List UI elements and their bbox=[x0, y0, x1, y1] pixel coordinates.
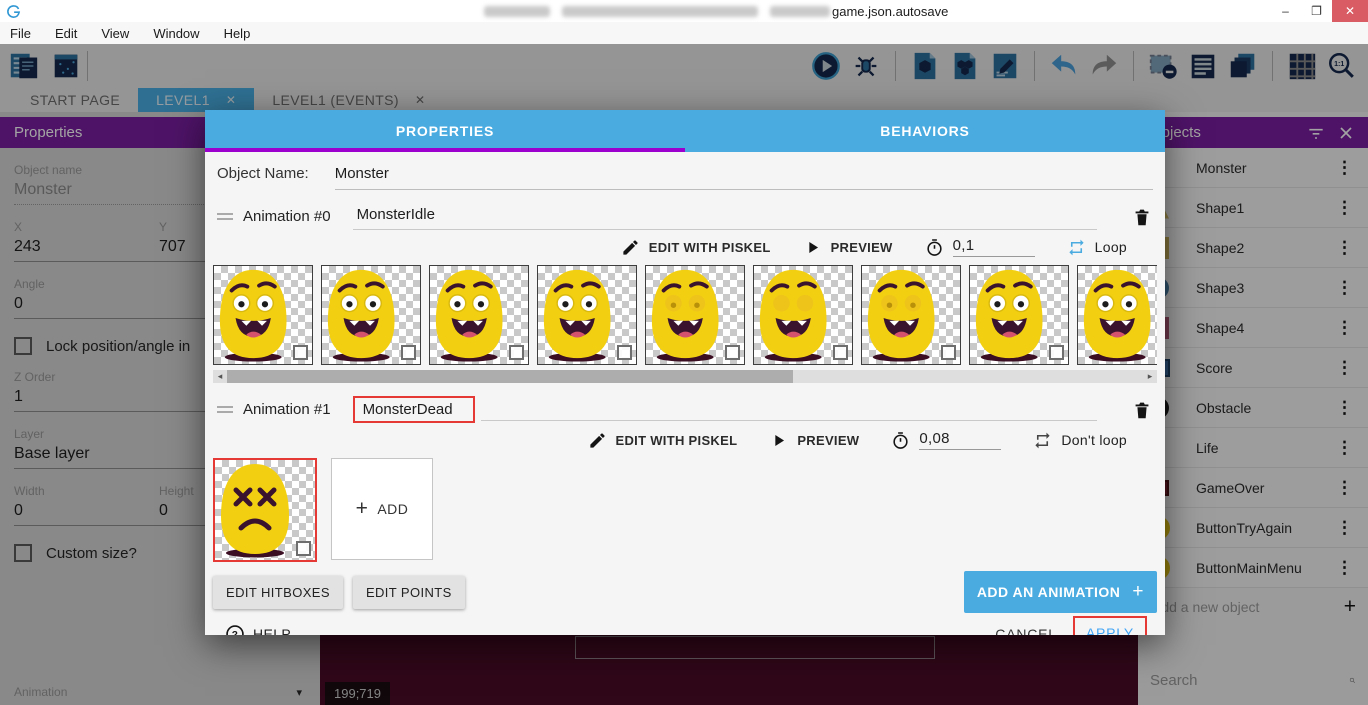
window-title-text: game.json.autosave bbox=[832, 4, 948, 19]
scroll-left-icon[interactable]: ◂ bbox=[213, 370, 227, 383]
add-animation-label: ADD AN ANIMATION bbox=[977, 584, 1121, 600]
animation-frame[interactable] bbox=[537, 265, 637, 365]
animation-frame[interactable] bbox=[1077, 265, 1157, 365]
titlebar: game.json.autosave – ❐ ✕ bbox=[0, 0, 1368, 22]
cancel-button[interactable]: CANCEL bbox=[983, 618, 1069, 635]
frames-scrollbar[interactable]: ◂ ▸ bbox=[213, 370, 1157, 383]
object-name-label: Object Name: bbox=[217, 165, 309, 182]
animation-frame[interactable] bbox=[969, 265, 1069, 365]
animation-0-name-input[interactable]: MonsterIdle bbox=[353, 203, 1097, 230]
add-frame-label: ADD bbox=[377, 501, 408, 517]
animation-frame[interactable] bbox=[861, 265, 961, 365]
scroll-right-icon[interactable]: ▸ bbox=[1143, 370, 1157, 383]
animation-0-title: Animation #0 bbox=[243, 208, 331, 225]
menu-file[interactable]: File bbox=[10, 26, 31, 41]
loop-toggle[interactable]: Loop bbox=[1095, 239, 1127, 255]
apply-button[interactable]: APPLY bbox=[1086, 625, 1134, 635]
close-button[interactable]: ✕ bbox=[1332, 0, 1368, 22]
dialog-tabbar: PROPERTIES BEHAVIORS bbox=[205, 110, 1165, 152]
tab-properties[interactable]: PROPERTIES bbox=[205, 110, 685, 152]
animation-1-frames: + ADD bbox=[213, 458, 1157, 562]
timer-icon bbox=[925, 238, 944, 257]
frame-checkbox[interactable] bbox=[293, 345, 308, 360]
dialog-action-row: EDIT HITBOXES EDIT POINTS ADD AN ANIMATI… bbox=[213, 571, 1157, 613]
add-animation-button[interactable]: ADD AN ANIMATION + bbox=[964, 571, 1157, 613]
animation-frame[interactable] bbox=[321, 265, 421, 365]
animation-1-name-underline bbox=[481, 399, 1097, 421]
object-name-row: Object Name: Monster bbox=[213, 152, 1157, 190]
apply-button-highlight: APPLY bbox=[1073, 616, 1147, 635]
animation-frame[interactable] bbox=[753, 265, 853, 365]
maximize-button[interactable]: ❐ bbox=[1301, 0, 1332, 22]
frame-time-input[interactable]: 0,08 bbox=[919, 430, 1001, 450]
frame-checkbox[interactable] bbox=[509, 345, 524, 360]
frame-checkbox[interactable] bbox=[617, 345, 632, 360]
delete-animation-icon[interactable] bbox=[1131, 206, 1153, 228]
preview-button[interactable]: PREVIEW bbox=[797, 433, 859, 448]
highlighted-frame bbox=[213, 458, 317, 562]
redacted-title-block bbox=[484, 6, 550, 17]
dialog-body: Object Name: Monster Animation #0 Monste… bbox=[205, 152, 1165, 635]
edit-with-piskel-button[interactable]: EDIT WITH PISKEL bbox=[649, 240, 771, 255]
help-button[interactable]: ? HELP bbox=[225, 624, 291, 635]
help-icon: ? bbox=[225, 624, 245, 635]
animation-frame[interactable] bbox=[213, 265, 313, 365]
object-name-input[interactable]: Monster bbox=[335, 165, 1153, 190]
animation-1-title: Animation #1 bbox=[243, 401, 331, 418]
loop-icon bbox=[1033, 431, 1052, 450]
animation-1-name-input[interactable]: MonsterDead bbox=[353, 396, 475, 423]
menubar: File Edit View Window Help bbox=[0, 22, 1368, 44]
frame-checkbox[interactable] bbox=[725, 345, 740, 360]
menu-edit[interactable]: Edit bbox=[55, 26, 77, 41]
tab-behaviors[interactable]: BEHAVIORS bbox=[685, 110, 1165, 152]
window-controls: – ❐ ✕ bbox=[1270, 0, 1368, 22]
plus-icon: + bbox=[1132, 581, 1144, 603]
object-editor-dialog: PROPERTIES BEHAVIORS Object Name: Monste… bbox=[205, 110, 1165, 635]
menu-view[interactable]: View bbox=[101, 26, 129, 41]
play-icon bbox=[769, 431, 788, 450]
frame-time-input[interactable]: 0,1 bbox=[953, 237, 1035, 257]
frame-checkbox[interactable] bbox=[833, 345, 848, 360]
animation-0-frames bbox=[213, 265, 1157, 367]
animation-0-header: Animation #0 MonsterIdle bbox=[213, 199, 1157, 230]
redacted-title-block bbox=[770, 6, 830, 17]
frame-checkbox[interactable] bbox=[401, 345, 416, 360]
menu-help[interactable]: Help bbox=[224, 26, 251, 41]
pencil-icon bbox=[621, 238, 640, 257]
edit-hitboxes-button[interactable]: EDIT HITBOXES bbox=[213, 576, 343, 609]
drag-handle-icon[interactable] bbox=[217, 406, 233, 413]
loop-toggle[interactable]: Don't loop bbox=[1061, 432, 1127, 448]
animation-1-controls: EDIT WITH PISKEL PREVIEW 0,08 Don't loop bbox=[213, 423, 1157, 455]
redacted-title-block bbox=[562, 6, 758, 17]
plus-icon: + bbox=[356, 497, 369, 521]
timer-icon bbox=[891, 431, 910, 450]
drag-handle-icon[interactable] bbox=[217, 213, 233, 220]
frame-checkbox[interactable] bbox=[941, 345, 956, 360]
scrollbar-thumb[interactable] bbox=[227, 370, 793, 383]
play-icon bbox=[803, 238, 822, 257]
edit-points-button[interactable]: EDIT POINTS bbox=[353, 576, 465, 609]
frame-checkbox[interactable] bbox=[1049, 345, 1064, 360]
dialog-footer: ? HELP CANCEL APPLY bbox=[213, 613, 1157, 635]
window-title: game.json.autosave bbox=[484, 0, 948, 22]
help-label: HELP bbox=[253, 626, 291, 635]
animation-1-header: Animation #1 MonsterDead bbox=[213, 392, 1157, 423]
animation-0-controls: EDIT WITH PISKEL PREVIEW 0,1 Loop bbox=[213, 230, 1157, 262]
frame-checkbox[interactable] bbox=[296, 541, 311, 556]
add-frame-button[interactable]: + ADD bbox=[331, 458, 433, 560]
edit-with-piskel-button[interactable]: EDIT WITH PISKEL bbox=[616, 433, 738, 448]
animation-frame[interactable] bbox=[645, 265, 745, 365]
menu-window[interactable]: Window bbox=[153, 26, 199, 41]
animation-frame[interactable] bbox=[215, 460, 315, 560]
preview-button[interactable]: PREVIEW bbox=[831, 240, 893, 255]
delete-animation-icon[interactable] bbox=[1131, 399, 1153, 421]
minimize-button[interactable]: – bbox=[1270, 0, 1301, 22]
gdevelop-logo-icon bbox=[6, 4, 21, 19]
pencil-icon bbox=[588, 431, 607, 450]
animation-frame[interactable] bbox=[429, 265, 529, 365]
loop-icon bbox=[1067, 238, 1086, 257]
svg-text:?: ? bbox=[232, 630, 238, 635]
